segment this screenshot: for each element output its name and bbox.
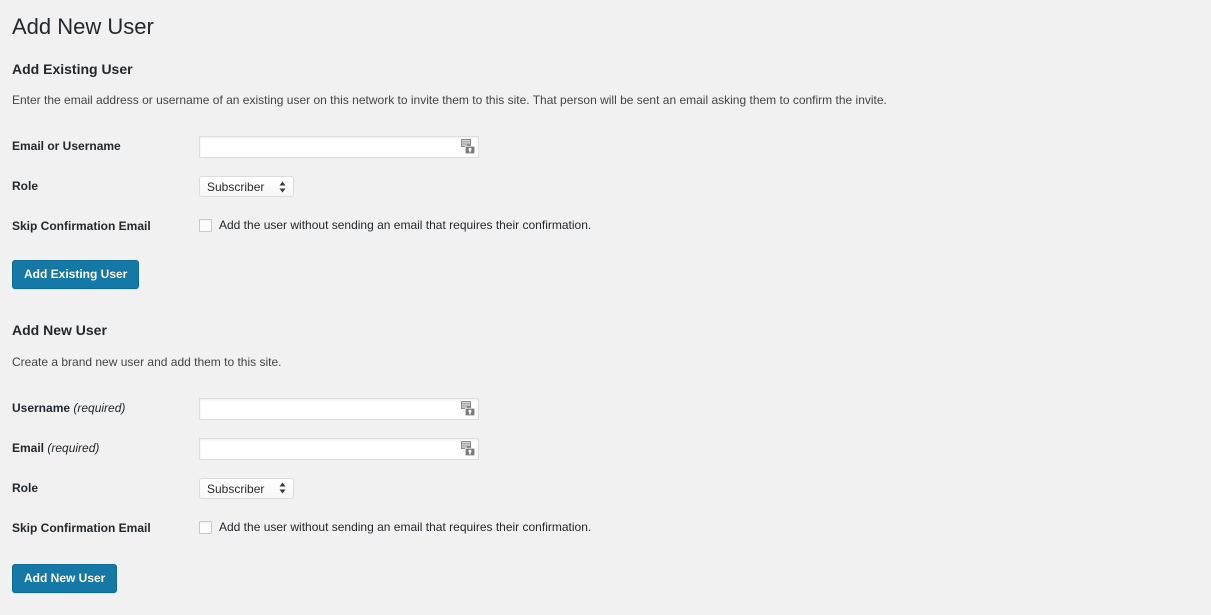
skip-confirmation-checkbox-row-new[interactable]: Add the user without sending an email th… [199, 518, 1181, 535]
email-input-wrap [199, 437, 479, 460]
label-username: Username (required) [12, 389, 199, 429]
add-new-user-description: Create a brand new user and add them to … [12, 354, 282, 369]
add-existing-user-heading: Add Existing User [12, 60, 133, 77]
skip-confirmation-checkbox-existing[interactable] [199, 218, 212, 232]
form-row-skip-confirmation-existing: Skip Confirmation Email Add the user wit… [12, 207, 1191, 247]
add-existing-user-form: Email or Username Role Subscriber Skip C… [12, 127, 1191, 246]
skip-confirmation-checkbox-new[interactable] [199, 520, 212, 534]
add-new-user-form: Username (required) Email (required) Rol… [12, 389, 1191, 548]
username-input-wrap [199, 397, 479, 420]
add-existing-user-description: Enter the email address or username of a… [12, 93, 887, 108]
add-new-user-submit-area: Add New User [12, 548, 1191, 594]
add-new-user-button[interactable]: Add New User [12, 564, 118, 594]
field-email-or-username [199, 127, 1191, 167]
label-skip-confirmation-existing: Skip Confirmation Email [12, 218, 151, 233]
label-role-existing: Role [12, 179, 39, 194]
form-row-username: Username (required) [12, 389, 1191, 429]
role-select-wrap-existing: Subscriber [199, 176, 294, 198]
add-existing-user-button[interactable]: Add Existing User [12, 260, 140, 290]
field-role-existing: Subscriber [199, 167, 1191, 207]
skip-confirmation-checkbox-label-existing: Add the user without sending an email th… [219, 217, 592, 232]
username-input[interactable] [199, 397, 479, 420]
role-select-existing[interactable]: Subscriber [199, 176, 294, 198]
form-row-email-or-username: Email or Username [12, 127, 1191, 167]
field-username [199, 389, 1191, 429]
label-email: Email (required) [12, 429, 199, 469]
email-or-username-input-wrap [199, 136, 479, 159]
label-skip-confirmation-new: Skip Confirmation Email [12, 520, 151, 535]
skip-confirmation-checkbox-label-new: Add the user without sending an email th… [219, 519, 592, 534]
field-role-new: Subscriber [199, 469, 1191, 509]
label-email-text: Email [12, 440, 45, 455]
field-skip-confirmation-new: Add the user without sending an email th… [199, 509, 1191, 549]
role-select-new[interactable]: Subscriber [199, 477, 294, 499]
field-skip-confirmation-existing: Add the user without sending an email th… [199, 207, 1191, 247]
label-email-or-username: Email or Username [12, 139, 121, 154]
add-new-user-heading: Add New User [12, 322, 107, 339]
label-username-text: Username [12, 400, 71, 415]
label-role-new: Role [12, 480, 39, 495]
add-existing-user-submit-area: Add Existing User [12, 246, 1191, 290]
form-row-email: Email (required) [12, 429, 1191, 469]
username-required-marker: (required) [73, 400, 126, 415]
add-new-user-page: Add New User Add Existing User Enter the… [0, 0, 1211, 594]
email-required-marker: (required) [47, 440, 100, 455]
form-row-role-new: Role Subscriber [12, 469, 1191, 509]
role-select-wrap-new: Subscriber [199, 477, 294, 499]
form-row-role-existing: Role Subscriber [12, 167, 1191, 207]
field-email [199, 429, 1191, 469]
form-row-skip-confirmation-new: Skip Confirmation Email Add the user wit… [12, 509, 1191, 549]
email-input[interactable] [199, 437, 479, 460]
skip-confirmation-checkbox-row-existing[interactable]: Add the user without sending an email th… [199, 216, 1181, 233]
email-or-username-input[interactable] [199, 136, 479, 159]
page-title: Add New User [12, 14, 154, 39]
